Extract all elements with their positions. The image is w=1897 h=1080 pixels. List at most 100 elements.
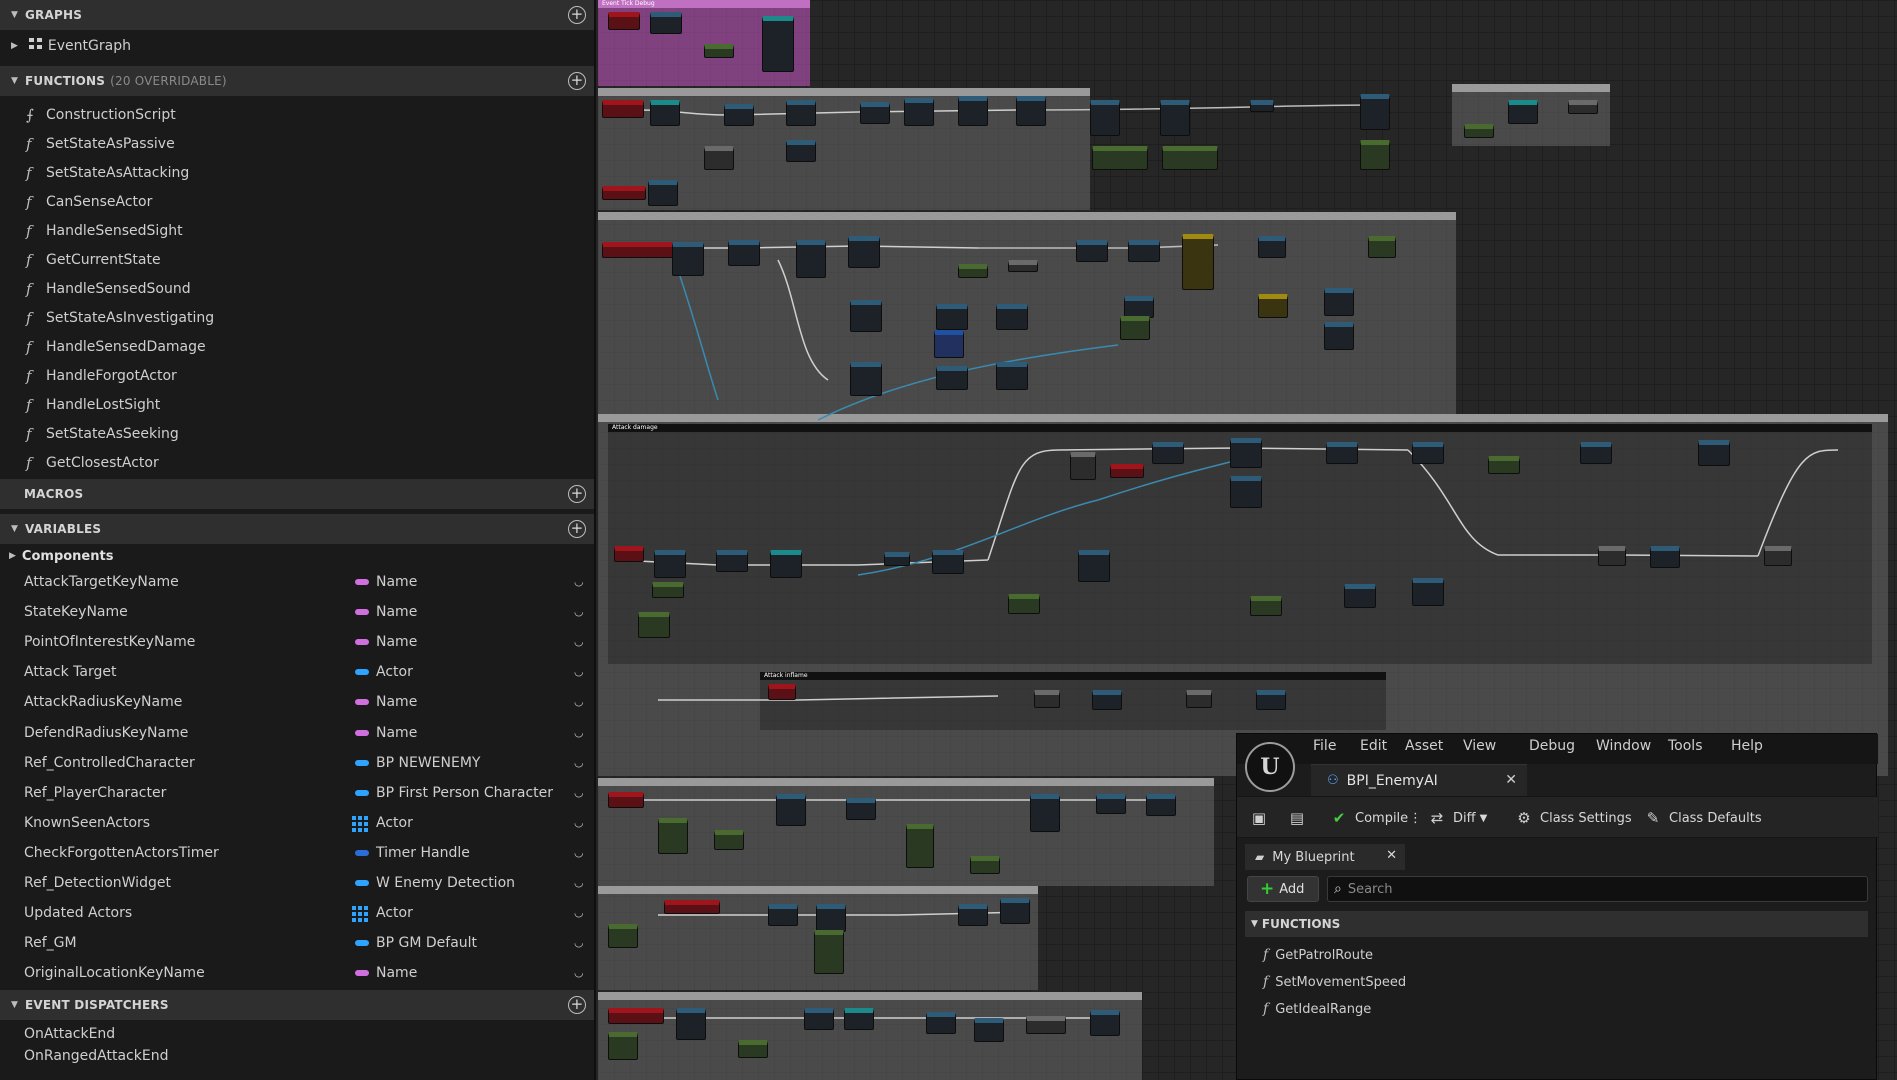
- close-icon[interactable]: ✕: [1505, 772, 1517, 788]
- function-item[interactable]: f HandleLostSight: [0, 392, 594, 418]
- visibility-eye-icon[interactable]: ◡: [574, 816, 584, 829]
- variables-section-header[interactable]: ▼ VARIABLES +: [0, 514, 594, 544]
- function-item[interactable]: ⨍ ConstructionScript: [0, 102, 594, 128]
- variable-type[interactable]: Name: [376, 604, 417, 620]
- functions-section-header[interactable]: ▼ FUNCTIONS (20 OVERRIDABLE) +: [0, 66, 594, 96]
- graph-node[interactable]: [1124, 296, 1154, 318]
- components-category[interactable]: ▶ Components: [0, 543, 594, 569]
- graph-node[interactable]: [850, 300, 882, 332]
- add-event-dispatcher-icon[interactable]: +: [568, 996, 586, 1014]
- graph-node[interactable]: [786, 100, 816, 126]
- variable-type-pill-icon[interactable]: [355, 849, 369, 856]
- menu-file[interactable]: File: [1313, 738, 1336, 754]
- graph-node[interactable]: [1368, 236, 1396, 258]
- graph-item-eventgraph[interactable]: ▶ EventGraph: [0, 33, 594, 59]
- graph-node[interactable]: [996, 304, 1028, 330]
- graph-node[interactable]: [906, 824, 934, 868]
- save-button[interactable]: ▣: [1249, 806, 1275, 830]
- graph-node[interactable]: [846, 798, 876, 820]
- variable-type-pill-icon[interactable]: [355, 970, 369, 977]
- graph-node[interactable]: [1508, 100, 1538, 124]
- visibility-eye-icon[interactable]: ◡: [574, 635, 584, 648]
- tab-my-blueprint[interactable]: ▰ My Blueprint ✕: [1245, 844, 1405, 870]
- function-item[interactable]: f HandleSensedDamage: [0, 334, 594, 360]
- variable-type[interactable]: Timer Handle: [376, 845, 470, 861]
- variable-type[interactable]: Actor: [376, 664, 413, 680]
- graph-node[interactable]: [1258, 236, 1286, 258]
- function-item[interactable]: f HandleForgotActor: [0, 363, 594, 389]
- graph-node[interactable]: [1324, 322, 1354, 350]
- graph-node[interactable]: [728, 240, 760, 266]
- graph-node[interactable]: [850, 362, 882, 396]
- function-item[interactable]: f SetStateAsPassive: [0, 131, 594, 157]
- event-node[interactable]: [602, 100, 644, 118]
- graph-node[interactable]: [608, 924, 638, 948]
- graph-node[interactable]: [762, 16, 794, 72]
- visibility-eye-icon[interactable]: ◡: [574, 575, 584, 588]
- graph-node[interactable]: [1568, 100, 1598, 114]
- event-node[interactable]: [608, 12, 640, 30]
- function-item[interactable]: f SetStateAsAttacking: [0, 160, 594, 186]
- graph-node[interactable]: [1034, 690, 1060, 708]
- graph-node[interactable]: [1000, 898, 1030, 924]
- variable-type[interactable]: BP GM Default: [376, 935, 477, 951]
- unreal-logo-icon[interactable]: U: [1245, 742, 1295, 792]
- function-item[interactable]: f SetStateAsSeeking: [0, 421, 594, 447]
- graph-node[interactable]: [1026, 1016, 1066, 1034]
- graph-node[interactable]: [1464, 124, 1494, 138]
- visibility-eye-icon[interactable]: ◡: [574, 846, 584, 859]
- visibility-eye-icon[interactable]: ◡: [574, 876, 584, 889]
- variable-type[interactable]: Actor: [376, 905, 413, 921]
- browse-button[interactable]: ▤: [1287, 806, 1313, 830]
- array-type-icon[interactable]: [352, 906, 370, 923]
- collapse-arrow-icon[interactable]: ▼: [11, 524, 21, 534]
- variable-type[interactable]: Name: [376, 965, 417, 981]
- graph-node[interactable]: [1650, 546, 1680, 568]
- search-input[interactable]: [1347, 881, 1828, 897]
- variable-type[interactable]: Name: [376, 574, 417, 590]
- variable-item[interactable]: AttackRadiusKeyName Name ◡: [0, 689, 594, 715]
- menu-debug[interactable]: Debug: [1529, 738, 1575, 754]
- visibility-eye-icon[interactable]: ◡: [574, 605, 584, 618]
- graph-node[interactable]: [1324, 288, 1354, 316]
- visibility-eye-icon[interactable]: ◡: [574, 966, 584, 979]
- graph-node[interactable]: [1076, 240, 1108, 262]
- functions-section-header[interactable]: ▼ FUNCTIONS: [1245, 911, 1868, 937]
- compile-button[interactable]: ✔ Compile: [1329, 806, 1408, 830]
- variable-type-pill-icon[interactable]: [355, 759, 369, 766]
- variable-type[interactable]: Actor: [376, 815, 413, 831]
- function-item[interactable]: f HandleSensedSight: [0, 218, 594, 244]
- add-macro-icon[interactable]: +: [568, 485, 586, 503]
- variable-item[interactable]: DefendRadiusKeyName Name ◡: [0, 720, 594, 746]
- dispatcher-item[interactable]: OnRangedAttackEnd: [0, 1043, 594, 1069]
- graph-node[interactable]: [1344, 584, 1376, 608]
- graph-node[interactable]: [814, 930, 844, 974]
- collapse-arrow-icon[interactable]: ▼: [11, 76, 21, 86]
- variable-item[interactable]: Ref_GM BP GM Default ◡: [0, 930, 594, 956]
- variable-type[interactable]: BP NEWENEMY: [376, 755, 480, 771]
- graph-node[interactable]: [1360, 94, 1390, 130]
- graph-node[interactable]: [1120, 316, 1150, 340]
- graph-node[interactable]: [1092, 146, 1148, 170]
- graph-node[interactable]: [996, 362, 1028, 390]
- graph-node[interactable]: [1016, 96, 1046, 126]
- event-node[interactable]: [768, 684, 796, 700]
- graphs-section-header[interactable]: ▼ GRAPHS +: [0, 0, 594, 30]
- macros-section-header[interactable]: MACROS +: [0, 479, 594, 509]
- tab-bpi-enemyai[interactable]: ⚇ BPI_EnemyAI ✕: [1311, 764, 1527, 796]
- array-type-icon[interactable]: [352, 815, 370, 832]
- search-field[interactable]: ⌕: [1327, 876, 1868, 902]
- menu-window[interactable]: Window: [1596, 738, 1651, 754]
- graph-node[interactable]: [844, 1008, 874, 1030]
- graph-node[interactable]: [1230, 476, 1262, 508]
- variable-type[interactable]: Name: [376, 694, 417, 710]
- variable-item[interactable]: Ref_ControlledCharacter BP NEWENEMY ◡: [0, 750, 594, 776]
- graph-node[interactable]: [654, 550, 686, 578]
- graph-node[interactable]: [1412, 442, 1444, 464]
- menu-tools[interactable]: Tools: [1668, 738, 1703, 754]
- event-node[interactable]: [602, 186, 646, 200]
- graph-node[interactable]: [1030, 794, 1060, 832]
- close-icon[interactable]: ✕: [1386, 848, 1397, 863]
- graph-node[interactable]: [672, 242, 704, 276]
- diff-button[interactable]: ⇄ Diff ▼: [1427, 806, 1488, 830]
